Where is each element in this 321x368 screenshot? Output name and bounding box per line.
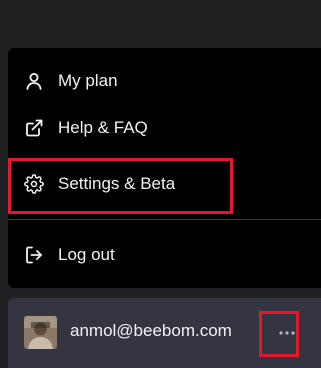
menu-item-log-out[interactable]: Log out [8, 233, 321, 277]
menu-divider [8, 219, 321, 220]
external-link-icon [24, 118, 44, 138]
sidebar-background [0, 0, 321, 48]
menu-item-label: Help & FAQ [58, 118, 148, 137]
more-options-button[interactable] [270, 320, 304, 346]
menu-item-help-faq[interactable]: Help & FAQ [8, 106, 321, 150]
menu-item-label: Settings & Beta [58, 174, 176, 193]
user-icon [24, 71, 44, 91]
more-horizontal-icon [279, 331, 295, 335]
avatar[interactable] [24, 316, 57, 349]
menu-item-my-plan[interactable]: My plan [8, 59, 321, 103]
account-menu: My plan Help & FAQ Settings & Beta Log o… [8, 48, 321, 288]
user-account-bar[interactable]: anmol@beebom.com [8, 298, 321, 368]
menu-item-label: Log out [58, 245, 115, 264]
logout-icon [24, 245, 44, 265]
gear-icon [24, 174, 44, 194]
menu-item-label: My plan [58, 71, 118, 90]
user-email: anmol@beebom.com [70, 321, 232, 340]
menu-item-settings-beta[interactable]: Settings & Beta [8, 162, 321, 206]
